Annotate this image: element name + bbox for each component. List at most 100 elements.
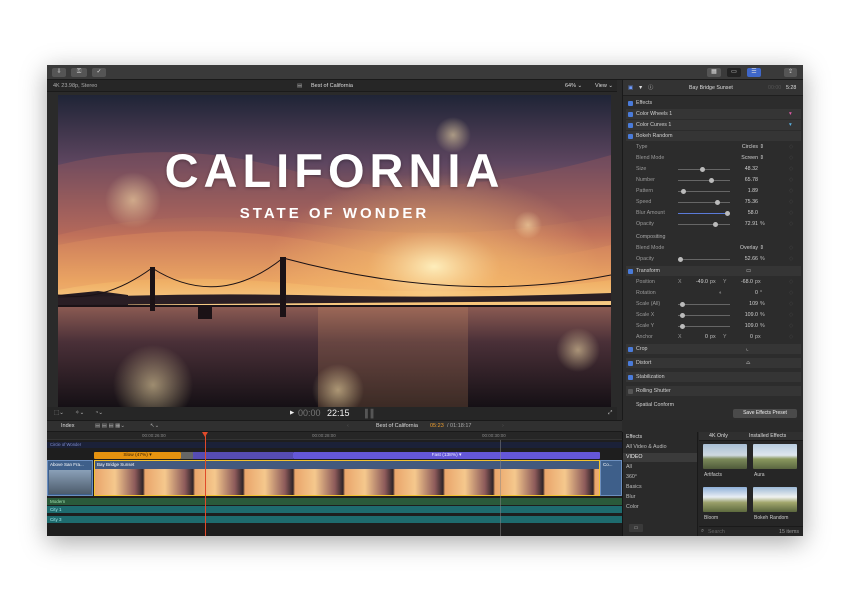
- playhead-handle[interactable]: [202, 432, 208, 437]
- inspector-toggle[interactable]: ☰: [747, 68, 761, 77]
- retime-slow-bar[interactable]: Slow (47%) ▾: [94, 452, 181, 459]
- transform-row[interactable]: Scale Y 109.0% ◇: [626, 321, 801, 331]
- keyframe-icon[interactable]: ◇: [789, 142, 793, 152]
- browser-toggle[interactable]: ▦: [707, 68, 721, 77]
- speed-menu[interactable]: ◔⌄: [95, 410, 103, 416]
- info-inspector-tab[interactable]: ⓘ: [648, 80, 653, 96]
- crop-section[interactable]: Crop ⌞: [626, 344, 801, 354]
- effect-checkbox[interactable]: [628, 111, 633, 117]
- timeline-toggle[interactable]: ▭: [727, 68, 741, 77]
- save-effects-preset-button[interactable]: Save Effects Preset: [733, 409, 797, 418]
- param-row[interactable]: Blend Mode Overlay ⇕ ◇: [626, 243, 801, 253]
- slider-knob[interactable]: [680, 323, 685, 329]
- param-popup[interactable]: Overlay ⇕: [726, 243, 764, 253]
- distort-icon[interactable]: ⌓: [746, 358, 750, 368]
- keyframe-icon[interactable]: ◇: [789, 254, 793, 264]
- keyframe-icon[interactable]: ◇: [789, 208, 793, 218]
- search-input[interactable]: Search: [708, 529, 725, 535]
- param-popup[interactable]: Screen ⇕: [726, 153, 764, 163]
- slider-knob[interactable]: [680, 312, 685, 318]
- keyframe-icon[interactable]: ◇: [789, 277, 793, 287]
- view-menu[interactable]: View ⌄: [595, 80, 613, 92]
- fullscreen-button[interactable]: ⤢: [608, 410, 612, 417]
- param-slider[interactable]: [678, 166, 730, 172]
- audio-track-city1[interactable]: City 1: [47, 506, 622, 513]
- transform-row[interactable]: Anchor X 0 px Y 0 px ◇: [626, 332, 801, 342]
- keyframe-icon[interactable]: ◇: [789, 153, 793, 163]
- select-tool-menu[interactable]: ↖⌄: [150, 421, 159, 432]
- param-value[interactable]: 58.0: [734, 208, 758, 218]
- stabilization-checkbox[interactable]: [628, 374, 633, 380]
- import-button[interactable]: ⇩: [52, 68, 66, 77]
- param-value[interactable]: 65.78: [734, 175, 758, 185]
- transform-section[interactable]: Transform ▭: [626, 266, 801, 276]
- param-row[interactable]: Opacity 72.91% ◇: [626, 219, 801, 229]
- keyframe-icon[interactable]: ◇: [789, 219, 793, 229]
- param-slider[interactable]: [678, 256, 730, 262]
- play-button[interactable]: ▶: [290, 410, 294, 416]
- param-value-x[interactable]: -49.0: [686, 277, 708, 287]
- back-arrow-icon[interactable]: ‹: [347, 421, 349, 432]
- keyframe-icon[interactable]: ◇: [789, 243, 793, 253]
- filter-installed[interactable]: Installed Effects: [749, 432, 786, 441]
- keyframe-icon[interactable]: ◇: [789, 299, 793, 309]
- keyframe-icon[interactable]: ◇: [789, 310, 793, 320]
- param-value[interactable]: 52.66: [734, 254, 758, 264]
- param-slider[interactable]: [678, 177, 730, 183]
- effect-row-color-wheels[interactable]: Color Wheels 1 ▾: [626, 109, 801, 119]
- param-value-x[interactable]: 0: [686, 332, 708, 342]
- keyframe-icon[interactable]: ◇: [789, 197, 793, 207]
- crop-checkbox[interactable]: [628, 346, 633, 352]
- transform-row[interactable]: Rotation ◐ 0 ° ◇: [626, 288, 801, 298]
- audio-track-modern[interactable]: Modern: [47, 498, 622, 505]
- param-slider[interactable]: [678, 188, 730, 194]
- effect-thumb-bokeh-random[interactable]: [753, 487, 797, 512]
- param-popup[interactable]: Circles ⇕: [726, 142, 764, 152]
- keyframe-icon[interactable]: ◇: [789, 321, 793, 331]
- category-item[interactable]: Basics: [626, 483, 642, 492]
- slider-knob[interactable]: [709, 177, 715, 183]
- filter-4k[interactable]: 4K Only: [709, 432, 728, 441]
- connected-title-strip[interactable]: Circle of Wonder: [47, 442, 622, 448]
- color-mask-icon[interactable]: ▾: [789, 120, 792, 130]
- zoom-menu[interactable]: 64% ⌄: [565, 80, 582, 92]
- category-item[interactable]: All: [626, 463, 632, 472]
- viewer-canvas[interactable]: CALIFORNIA STATE OF WONDER: [58, 95, 611, 407]
- video-inspector-tab[interactable]: ▣: [628, 80, 633, 96]
- transform-row[interactable]: Scale X 109.0% ◇: [626, 310, 801, 320]
- param-value[interactable]: 109.0: [734, 310, 758, 320]
- onscreen-control-icon[interactable]: ▭: [746, 266, 751, 276]
- forward-arrow-icon[interactable]: ›: [502, 421, 504, 432]
- param-slider[interactable]: [678, 323, 730, 329]
- effect-thumb-artifacts[interactable]: [703, 444, 747, 469]
- param-slider[interactable]: [678, 301, 730, 307]
- param-row[interactable]: Type Circles ⇕ ◇: [626, 142, 801, 152]
- param-row[interactable]: Number 65.78 ◇: [626, 175, 801, 185]
- transform-menu[interactable]: ⬚⌄: [54, 410, 64, 416]
- stabilization-section[interactable]: Stabilization: [626, 372, 801, 382]
- clip-appearance-icons[interactable]: ▤ ▤ ▤ ▦⌄: [95, 421, 125, 432]
- distort-checkbox[interactable]: [628, 360, 633, 366]
- clip-left[interactable]: Above San Fra...: [47, 460, 93, 496]
- timeline[interactable]: 00:00:26:00 00:00:28:00 00:00:30:00 Circ…: [47, 432, 622, 536]
- param-value[interactable]: 1.89: [734, 186, 758, 196]
- crop-icon[interactable]: ⌞: [746, 344, 748, 354]
- slider-knob[interactable]: [678, 256, 684, 262]
- sidebar-toggle-button[interactable]: ▭: [629, 524, 643, 532]
- retime-fast-bar[interactable]: Fast (138%) ▾: [293, 452, 600, 459]
- param-row[interactable]: Blend Mode Screen ⇕ ◇: [626, 153, 801, 163]
- background-tasks-button[interactable]: ✓: [92, 68, 106, 77]
- param-value[interactable]: 109.0: [734, 321, 758, 331]
- slider-knob[interactable]: [680, 301, 685, 307]
- category-item[interactable]: Blur: [626, 493, 635, 502]
- index-button[interactable]: Index: [61, 421, 74, 432]
- effects-checkbox[interactable]: [628, 100, 633, 106]
- rotation-dial-icon[interactable]: ◐: [719, 288, 722, 298]
- enhance-menu[interactable]: ✧⌄: [75, 410, 84, 416]
- rolling-shutter-section[interactable]: Rolling Shutter: [626, 386, 801, 396]
- clip-right[interactable]: Co...: [600, 460, 622, 496]
- distort-section[interactable]: Distort ⌓: [626, 358, 801, 368]
- transform-checkbox[interactable]: [628, 268, 633, 274]
- keyframe-icon[interactable]: ◇: [789, 332, 793, 342]
- slider-knob[interactable]: [714, 199, 720, 205]
